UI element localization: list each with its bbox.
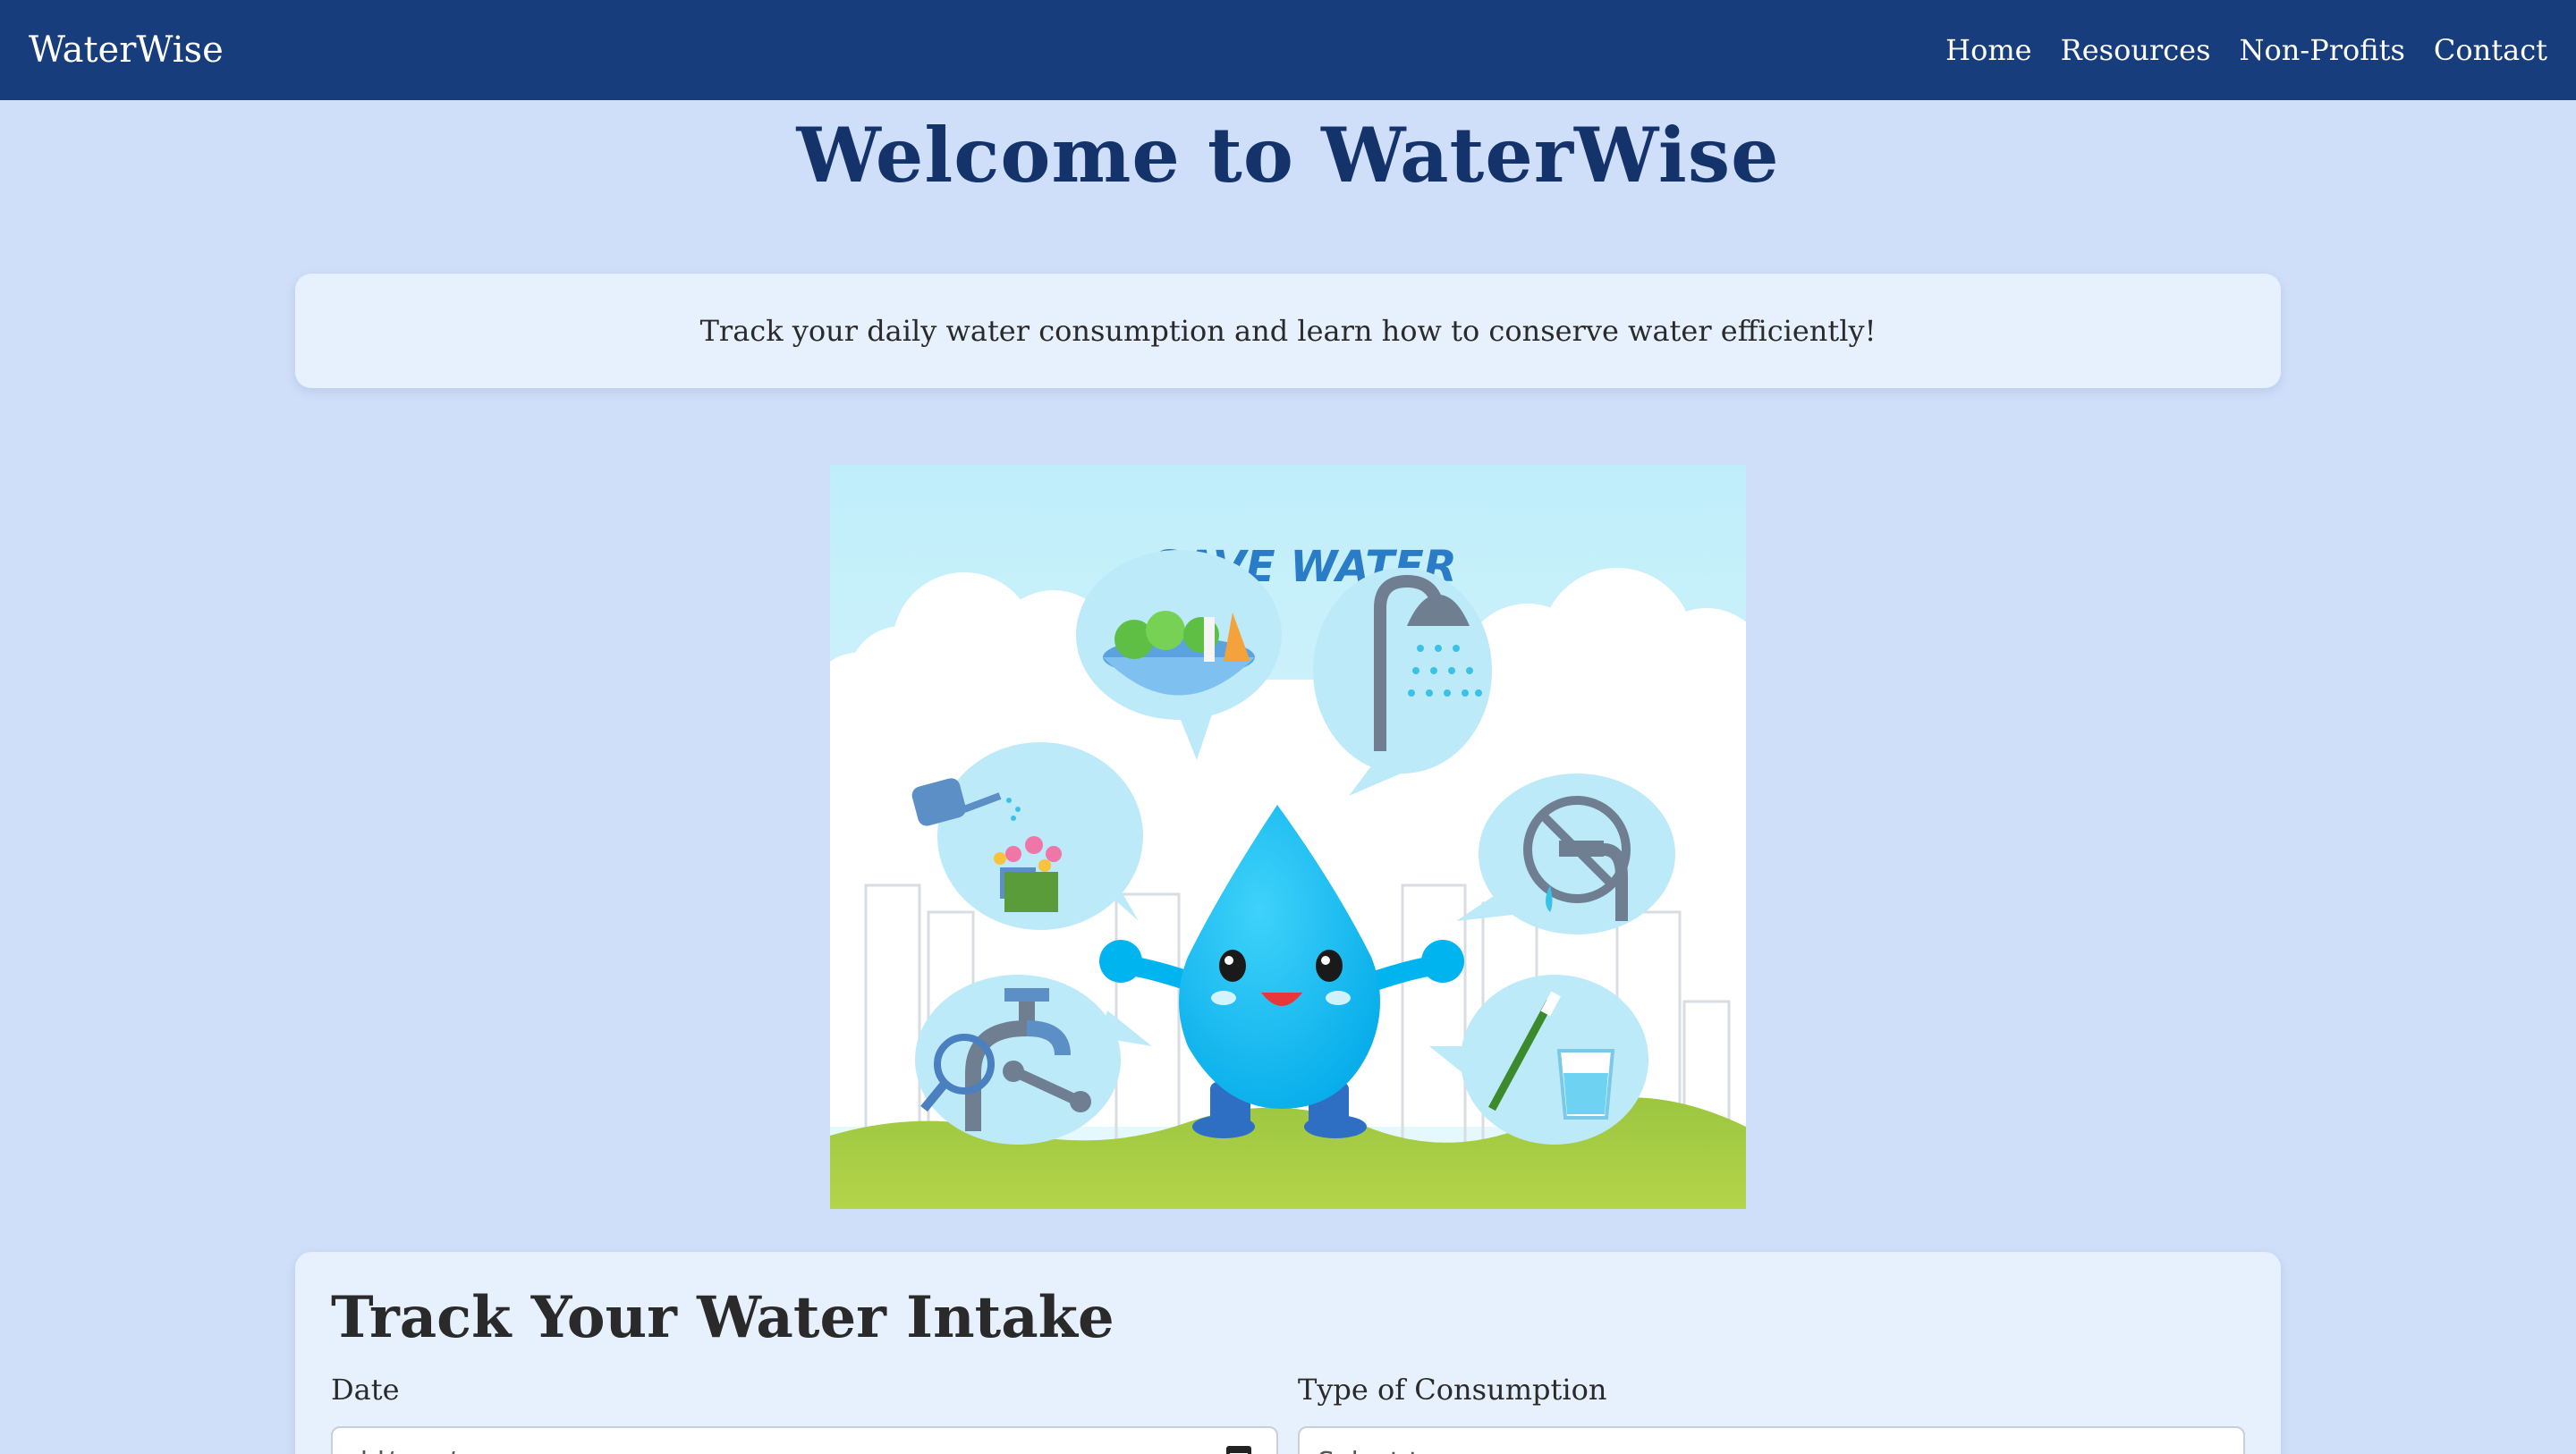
tracker-form-row: Date dd/mm/yyyy Type of Consumption Sele… <box>331 1373 2245 1454</box>
nav-link-contact[interactable]: Contact <box>2434 33 2547 67</box>
calendar-icon[interactable] <box>1226 1446 1251 1454</box>
nav-link-non-profits[interactable]: Non-Profits <box>2240 33 2405 67</box>
date-input[interactable]: dd/mm/yyyy <box>331 1426 1278 1454</box>
save-water-illustration-svg: SAVE WATER <box>830 465 1746 1209</box>
consumption-type-select[interactable]: Select type <box>1298 1426 2245 1454</box>
page-title: Welcome to WaterWise <box>796 111 1780 199</box>
type-field-group: Type of Consumption Select type <box>1298 1373 2245 1454</box>
consumption-type-placeholder: Select type <box>1318 1447 1469 1454</box>
brand-logo[interactable]: WaterWise <box>29 30 224 71</box>
tracker-title: Track Your Water Intake <box>331 1284 1114 1351</box>
water-tracker-card: Track Your Water Intake Date dd/mm/yyyy … <box>295 1252 2281 1454</box>
date-label: Date <box>331 1373 400 1407</box>
nav-link-home[interactable]: Home <box>1945 33 2031 67</box>
save-water-illustration: SAVE WATER <box>830 465 1746 1209</box>
date-input-placeholder: dd/mm/yyyy <box>351 1447 519 1454</box>
navbar: WaterWise Home Resources Non-Profits Con… <box>0 0 2576 100</box>
nav-links: Home Resources Non-Profits Contact <box>1945 33 2547 67</box>
nav-link-resources[interactable]: Resources <box>2061 33 2211 67</box>
consumption-type-label: Type of Consumption <box>1298 1373 1607 1407</box>
intro-text: Track your daily water consumption and l… <box>699 314 1877 348</box>
date-field-group: Date dd/mm/yyyy <box>331 1373 1278 1454</box>
intro-card: Track your daily water consumption and l… <box>295 274 2281 388</box>
